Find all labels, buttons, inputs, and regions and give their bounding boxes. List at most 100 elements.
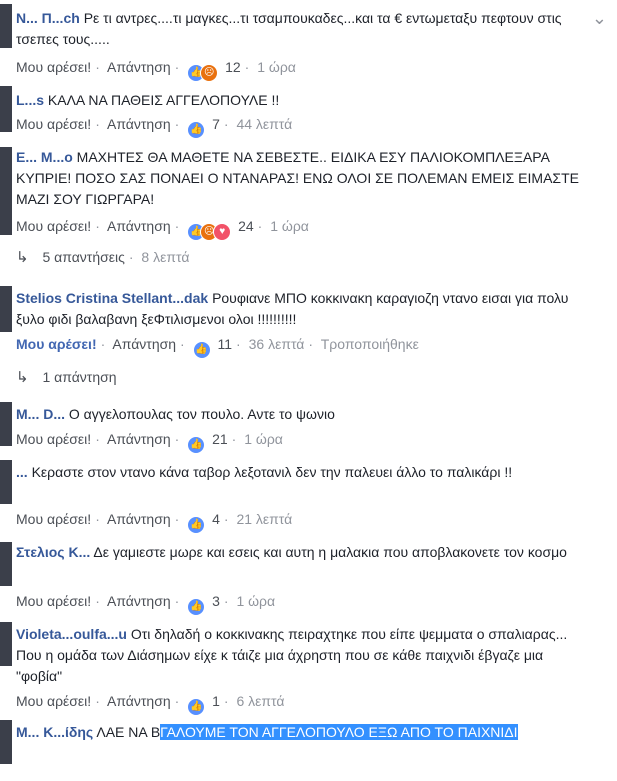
timestamp[interactable]: 36 λεπτά bbox=[249, 336, 305, 352]
timestamp[interactable]: 21 λεπτά bbox=[236, 511, 292, 527]
avatar bbox=[0, 286, 12, 332]
like-link[interactable]: Μου αρέσει! bbox=[16, 59, 91, 75]
avatar bbox=[0, 460, 12, 504]
comment-text: Δε γαμιεστε μωρε και εσεις και αυτη η μα… bbox=[93, 544, 567, 560]
reply-link[interactable]: Απάντηση bbox=[107, 116, 171, 132]
comment-body: ... Κεραστε στον ντανο κάνα ταβορ λεξοτα… bbox=[16, 462, 593, 483]
replies-time: 8 λεπτά bbox=[141, 249, 190, 265]
reply-link[interactable]: Απάντηση bbox=[107, 593, 171, 609]
avatar bbox=[0, 402, 12, 446]
like-reaction-icon: 👍 bbox=[192, 341, 211, 359]
like-link[interactable]: Μου αρέσει! bbox=[16, 431, 91, 447]
reactions[interactable]: 👍 ☹ ♥ bbox=[187, 223, 232, 241]
comment-meta: Μου αρέσει! · Απάντηση · 👍 ☹ 12 · 1 ώρα bbox=[16, 58, 296, 82]
comment-meta: Μου αρέσει! · Απάντηση · 👍 4 · 21 λεπτά bbox=[16, 510, 292, 534]
reactions[interactable]: 👍 bbox=[187, 121, 206, 139]
reactions[interactable]: 👍 bbox=[187, 698, 206, 716]
timestamp[interactable]: 6 λεπτά bbox=[236, 693, 284, 709]
comment-body: Στελιος Κ... Δε γαμιεστε μωρε και εσεις … bbox=[16, 542, 593, 563]
like-reaction-icon: 👍 bbox=[187, 121, 206, 139]
like-link[interactable]: Μου αρέσει! bbox=[16, 116, 91, 132]
comment-meta: Μου αρέσει! · Απάντηση · 👍 1 · 6 λεπτά bbox=[16, 692, 284, 716]
selected-text: ΓΑΛΟΥΜΕ ΤΟΝ ΑΓΓΕΛΟΠΟΥΛΟ ΕΞΩ ΑΠΟ ΤΟ ΠΑΙΧΝ… bbox=[160, 724, 518, 740]
reactions[interactable]: 👍 bbox=[192, 341, 211, 359]
reaction-count[interactable]: 7 bbox=[212, 116, 220, 132]
view-replies[interactable]: ↳ 1 απάντηση bbox=[16, 368, 117, 387]
commenter-name[interactable]: M... D... bbox=[16, 406, 65, 422]
reaction-count[interactable]: 24 bbox=[238, 218, 254, 234]
comment-text: ΛΑΕ ΝΑ Β bbox=[96, 724, 161, 740]
avatar bbox=[0, 542, 12, 586]
reaction-count[interactable]: 12 bbox=[225, 59, 241, 75]
love-reaction-icon: ♥ bbox=[213, 223, 232, 241]
comment-text: Ρε τι αντρες....τι μαγκες...τι τσαμπουκα… bbox=[16, 10, 562, 47]
reply-link[interactable]: Απάντηση bbox=[107, 693, 171, 709]
comment: L...s ΚΑΛΑ ΝΑ ΠΑΘΕΙΣ ΑΓΓΕΛΟΠΟΥΛΕ !! Μου … bbox=[0, 84, 617, 139]
like-reaction-icon: 👍 bbox=[187, 436, 206, 454]
comment-body: Stelios Cristina Stellant...dak Ρουφιανε… bbox=[16, 288, 593, 330]
commenter-name[interactable]: Μ... Κ...ίδης bbox=[16, 724, 93, 740]
angry-reaction-icon: ☹ bbox=[200, 64, 219, 82]
reactions[interactable]: 👍 ☹ bbox=[187, 64, 219, 82]
like-link[interactable]: Μου αρέσει! bbox=[16, 593, 91, 609]
replies-count[interactable]: 1 απάντηση bbox=[42, 369, 116, 385]
like-reaction-icon: 👍 bbox=[187, 516, 206, 534]
comment-body: M... D... Ο αγγελοπουλας τον πουλο. Αντε… bbox=[16, 404, 593, 425]
reaction-count[interactable]: 3 bbox=[212, 593, 220, 609]
reactions[interactable]: 👍 bbox=[187, 436, 206, 454]
comment-meta: Μου αρέσει! · Απάντηση · 👍 21 · 1 ώρα bbox=[16, 430, 283, 454]
commenter-name[interactable]: Ε... Μ...ο bbox=[16, 149, 73, 165]
like-link[interactable]: Μου αρέσει! bbox=[16, 693, 91, 709]
replies-count[interactable]: 5 απαντήσεις bbox=[42, 249, 124, 265]
reaction-count[interactable]: 1 bbox=[212, 693, 220, 709]
timestamp[interactable]: 1 ώρα bbox=[257, 59, 296, 75]
comment-meta: Μου αρέσει! · Απάντηση · 👍 ☹ ♥ 24 · 1 ώρα bbox=[16, 217, 309, 241]
commenter-name[interactable]: Stelios Cristina Stellant...dak bbox=[16, 290, 208, 306]
comment-text: Ο αγγελοπουλας τον πουλο. Αντε το ψωνιο bbox=[68, 406, 335, 422]
comment: Ν... Π...ch Ρε τι αντρες....τι μαγκες...… bbox=[0, 0, 617, 82]
reply-link[interactable]: Απάντηση bbox=[107, 59, 171, 75]
reply-link[interactable]: Απάντηση bbox=[107, 511, 171, 527]
view-replies[interactable]: ↳ 5 απαντήσεις · 8 λεπτά bbox=[16, 248, 189, 267]
reply-link[interactable]: Απάντηση bbox=[112, 336, 176, 352]
comment: Violeta...oulfa...u Οτι δηλαδή ο κοκκινα… bbox=[0, 620, 617, 716]
avatar bbox=[0, 720, 12, 764]
reactions[interactable]: 👍 bbox=[187, 516, 206, 534]
commenter-name[interactable]: ... bbox=[16, 464, 28, 480]
like-link[interactable]: Μου αρέσει! bbox=[16, 336, 97, 352]
like-link[interactable]: Μου αρέσει! bbox=[16, 218, 91, 234]
reactions[interactable]: 👍 bbox=[187, 598, 206, 616]
comment-meta: Μου αρέσει! · Απάντηση · 👍 7 · 44 λεπτά bbox=[16, 115, 292, 139]
reply-arrow-icon: ↳ bbox=[16, 249, 29, 266]
timestamp[interactable]: 44 λεπτά bbox=[236, 116, 292, 132]
reply-link[interactable]: Απάντηση bbox=[107, 431, 171, 447]
like-reaction-icon: 👍 bbox=[187, 698, 206, 716]
comment: Στελιος Κ... Δε γαμιεστε μωρε και εσεις … bbox=[0, 538, 617, 616]
reply-link[interactable]: Απάντηση bbox=[107, 218, 171, 234]
comment: Stelios Cristina Stellant...dak Ρουφιανε… bbox=[0, 282, 617, 359]
like-reaction-icon: 👍 bbox=[187, 598, 206, 616]
comment-meta: Μου αρέσει! · Απάντηση · 👍 11 · 36 λεπτά · Τ… bbox=[16, 335, 419, 359]
commenter-name[interactable]: Ν... Π...ch bbox=[16, 10, 80, 26]
like-link[interactable]: Μου αρέσει! bbox=[16, 511, 91, 527]
comment-body: Μ... Κ...ίδης ΛΑΕ ΝΑ ΒΓΑΛΟΥΜΕ ΤΟΝ ΑΓΓΕΛΟ… bbox=[16, 722, 593, 743]
edited-label[interactable]: Τροποποιήθηκε bbox=[321, 336, 419, 352]
timestamp[interactable]: 1 ώρα bbox=[270, 218, 309, 234]
comment: Ε... Μ...ο ΜΑΧΗΤΕΣ ΘΑ ΜΑΘΕΤΕ ΝΑ ΣΕΒΕΣΤΕ.… bbox=[0, 143, 617, 241]
reaction-count[interactable]: 4 bbox=[212, 511, 220, 527]
reaction-count[interactable]: 11 bbox=[218, 336, 233, 352]
timestamp[interactable]: 1 ώρα bbox=[236, 593, 275, 609]
comment-meta: Μου αρέσει! · Απάντηση · 👍 3 · 1 ώρα bbox=[16, 592, 275, 616]
comment-text: ΚΑΛΑ ΝΑ ΠΑΘΕΙΣ ΑΓΓΕΛΟΠΟΥΛΕ !! bbox=[47, 92, 280, 108]
comment-text: Κεραστε στον ντανο κάνα ταβορ λεξοτανιλ … bbox=[31, 464, 513, 480]
commenter-name[interactable]: Στελιος Κ... bbox=[16, 544, 90, 560]
comment-body: L...s ΚΑΛΑ ΝΑ ΠΑΘΕΙΣ ΑΓΓΕΛΟΠΟΥΛΕ !! bbox=[16, 90, 593, 111]
comment-body: Ν... Π...ch Ρε τι αντρες....τι μαγκες...… bbox=[16, 8, 593, 50]
commenter-name[interactable]: L...s bbox=[16, 92, 44, 108]
commenter-name[interactable]: Violeta...oulfa...u bbox=[16, 626, 127, 642]
timestamp[interactable]: 1 ώρα bbox=[244, 431, 283, 447]
reaction-count[interactable]: 21 bbox=[212, 431, 228, 447]
avatar bbox=[0, 4, 12, 48]
avatar bbox=[0, 86, 12, 132]
reply-arrow-icon: ↳ bbox=[16, 369, 29, 386]
